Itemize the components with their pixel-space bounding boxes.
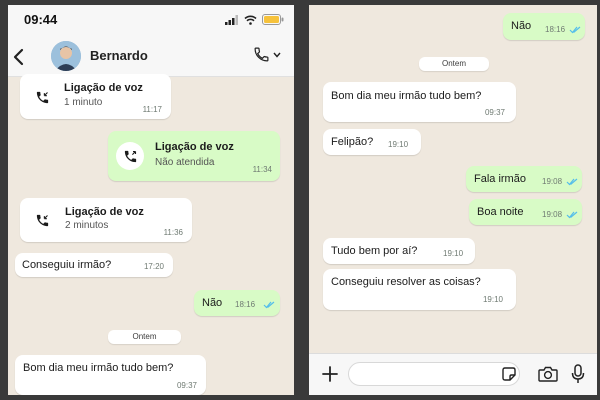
right-phone-screen: Não 18:16 Ontem Bom dia meu irmão tudo b…	[309, 5, 597, 395]
status-icons	[225, 14, 284, 25]
call-status: Não atendida	[155, 157, 215, 168]
message-input-bar	[309, 353, 597, 395]
status-bar: 09:44	[8, 5, 294, 39]
left-phone-screen: 09:44 Bernardo Ligação de voz 1 minuto 1…	[8, 5, 294, 395]
incoming-message[interactable]: Tudo bem por aí? 19:10	[323, 238, 475, 264]
incoming-message[interactable]: Bom dia meu irmão tudo bem? 09:37	[323, 82, 516, 122]
read-ticks-icon	[569, 26, 581, 34]
wifi-icon	[244, 15, 257, 25]
camera-icon[interactable]	[538, 366, 558, 382]
message-text: Tudo bem por aí?	[331, 245, 418, 257]
message-time: 17:20	[143, 262, 164, 271]
signal-icon	[225, 14, 238, 25]
message-text: Fala irmão	[474, 173, 526, 185]
call-message[interactable]: Ligação de voz 1 minuto 11:17	[20, 74, 171, 119]
call-title: Ligação de voz	[155, 141, 234, 153]
outgoing-message[interactable]: Fala irmão 19:08	[466, 166, 582, 192]
message-time: 11:34	[252, 165, 272, 174]
sticker-icon[interactable]	[502, 367, 516, 381]
message-text: Não	[511, 20, 532, 32]
message-text: Boa noite	[477, 206, 524, 218]
contact-name[interactable]: Bernardo	[90, 48, 148, 63]
back-chevron-icon[interactable]	[12, 48, 26, 66]
status-time: 09:44	[24, 12, 58, 27]
call-message[interactable]: Ligação de voz 2 minutos 11:36	[20, 198, 192, 242]
call-circle	[116, 142, 144, 170]
call-duration: 2 minutos	[65, 220, 109, 231]
message-time: 18:16	[235, 300, 256, 309]
incoming-call-icon	[36, 91, 48, 103]
call-circle	[28, 83, 56, 111]
outgoing-call-icon	[124, 150, 136, 162]
message-time: 09:37	[484, 108, 505, 117]
date-separator: Ontem	[419, 57, 489, 71]
call-duration: 1 minuto	[64, 97, 103, 108]
message-time: 19:08	[542, 210, 563, 219]
avatar[interactable]	[51, 41, 81, 71]
incoming-call-icon	[36, 214, 48, 226]
avatar-image	[51, 41, 81, 71]
message-time: 19:10	[388, 140, 409, 149]
message-time: 19:10	[443, 249, 464, 258]
incoming-message[interactable]: Bom dia meu irmão tudo bem? 09:37	[15, 355, 206, 395]
message-time: 11:17	[142, 105, 162, 114]
read-ticks-icon	[263, 301, 275, 309]
phone-icon	[254, 47, 269, 62]
message-time: 11:36	[163, 228, 183, 237]
message-time: 18:16	[545, 25, 566, 34]
message-text: Não	[202, 297, 223, 309]
chevron-down-icon	[273, 52, 281, 58]
microphone-icon[interactable]	[571, 364, 585, 384]
outgoing-message[interactable]: Boa noite 19:08	[469, 199, 582, 225]
message-time: 19:10	[482, 295, 503, 304]
call-title: Ligação de voz	[64, 82, 143, 94]
message-text: Felipão?	[331, 136, 374, 148]
call-circle	[28, 206, 56, 234]
call-message[interactable]: Ligação de voz Não atendida 11:34	[108, 131, 280, 181]
message-text: Conseguiu resolver as coisas?	[331, 276, 481, 288]
chat-header: Bernardo	[8, 39, 294, 77]
message-text: Conseguiu irmão?	[22, 259, 112, 271]
read-ticks-icon	[566, 178, 578, 186]
incoming-message[interactable]: Conseguiu resolver as coisas? 19:10	[323, 269, 516, 310]
incoming-message[interactable]: Felipão? 19:10	[323, 129, 421, 155]
incoming-message[interactable]: Conseguiu irmão? 17:20	[15, 253, 173, 277]
message-text: Bom dia meu irmão tudo bem?	[23, 362, 174, 374]
plus-icon[interactable]	[321, 365, 339, 383]
outgoing-message[interactable]: Não 18:16	[503, 13, 585, 40]
outgoing-message[interactable]: Não 18:16	[194, 290, 280, 316]
message-time: 19:08	[542, 177, 563, 186]
message-time: 09:37	[176, 381, 197, 390]
battery-icon	[262, 14, 284, 25]
message-text: Bom dia meu irmão tudo bem?	[331, 90, 482, 102]
read-ticks-icon	[566, 211, 578, 219]
message-input[interactable]	[348, 362, 520, 386]
call-title: Ligação de voz	[65, 206, 144, 218]
date-separator: Ontem	[108, 330, 181, 344]
voice-call-button[interactable]	[253, 46, 281, 63]
